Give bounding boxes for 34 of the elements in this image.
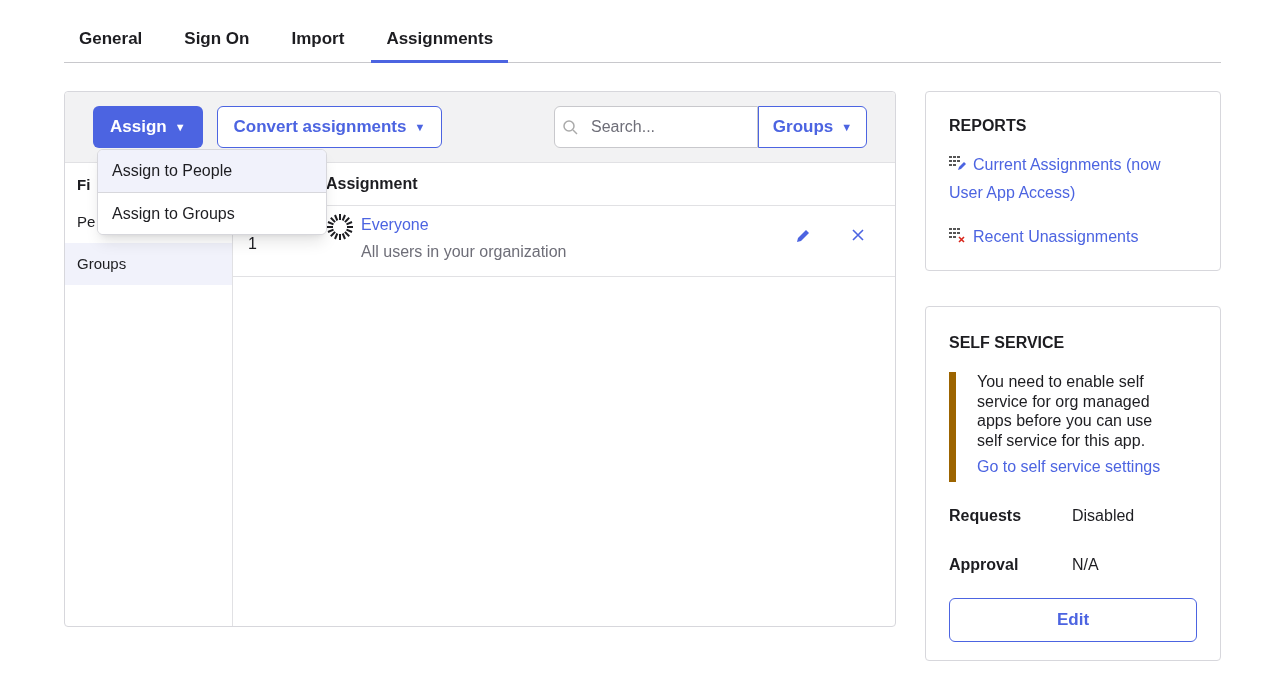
tab[interactable]: General (64, 18, 158, 63)
sunburst-icon (326, 213, 354, 241)
group-description: All users in your organization (361, 242, 567, 262)
report-link[interactable]: Current Assignments (now User App Access) (949, 151, 1197, 207)
convert-assignments-button[interactable]: Convert assignments ▼ (216, 106, 443, 148)
menu-item[interactable]: Assign to People (98, 150, 326, 192)
field-value: Disabled (1072, 506, 1135, 526)
search-scope-dropdown[interactable]: Groups ▼ (758, 106, 867, 148)
tab[interactable]: Import (276, 18, 360, 63)
grid-pencil-icon (949, 155, 967, 171)
close-icon[interactable] (851, 228, 865, 242)
edit-button[interactable]: Edit (949, 598, 1197, 642)
filter-item[interactable]: Groups (77, 252, 127, 276)
card-heading: REPORTS (949, 116, 1028, 136)
report-link[interactable]: Recent Unassignments (949, 223, 1197, 251)
assign-button[interactable]: Assign ▼ (93, 106, 203, 148)
edit-icon[interactable] (795, 228, 811, 244)
filter-heading: Fi (77, 176, 91, 193)
field-value: N/A (1072, 555, 1099, 575)
tab[interactable]: Sign On (169, 18, 265, 63)
filter-item[interactable]: Pe (77, 210, 96, 234)
notice-text: You need to enable self service for org managed apps before you can use self service for this app. (977, 372, 1154, 450)
column-header: Assignment (326, 174, 418, 194)
card-heading: SELF SERVICE (949, 333, 1066, 353)
search-icon (562, 119, 578, 135)
grid-x-icon (949, 227, 967, 243)
menu-item[interactable]: Assign to Groups (98, 192, 326, 234)
settings-link[interactable]: Go to self service settings (977, 455, 1197, 479)
field-label: Approval (949, 555, 1020, 575)
row-number: 1 (247, 234, 258, 254)
search-field[interactable]: Search... (554, 106, 758, 148)
group-link[interactable]: Everyone (361, 213, 567, 237)
tab[interactable]: Assignments (371, 18, 509, 63)
field-label: Requests (949, 506, 1023, 526)
